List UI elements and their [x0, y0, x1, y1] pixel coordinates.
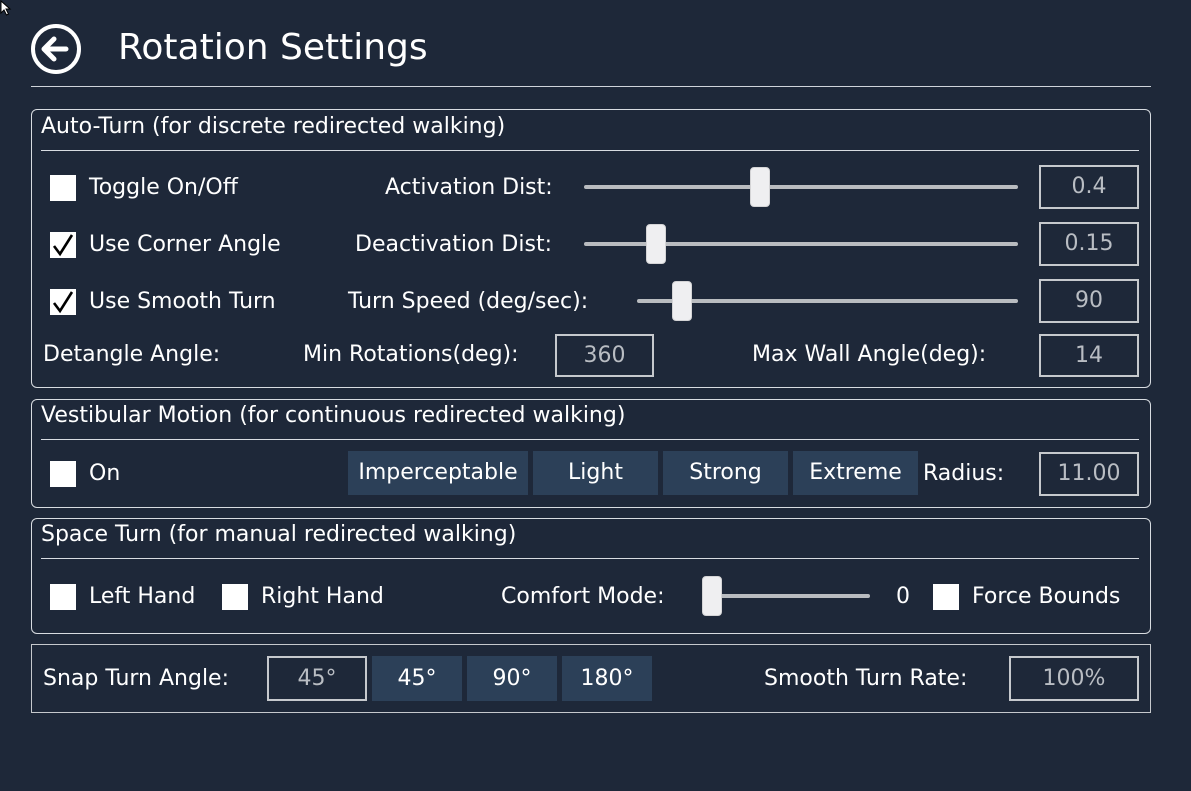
min-rotations-label: Min Rotations(deg): — [303, 342, 519, 367]
comfort-mode-label: Comfort Mode: — [501, 584, 665, 609]
checkmark-icon — [52, 234, 74, 257]
snap-turn-angle-label: Snap Turn Angle: — [43, 666, 230, 691]
activation-dist-input[interactable]: 0.4 — [1039, 165, 1139, 209]
page-title: Rotation Settings — [118, 27, 428, 68]
activation-dist-slider-track[interactable] — [584, 185, 1018, 189]
turn-speed-slider-track[interactable] — [637, 299, 1018, 303]
turn-speed-input[interactable]: 90 — [1039, 279, 1139, 323]
radius-input[interactable]: 11.00 — [1039, 452, 1139, 496]
auto-turn-divider — [41, 150, 1139, 151]
snap-turn-angle-input[interactable]: 45° — [267, 656, 367, 701]
snap-180-button[interactable]: 180° — [562, 656, 652, 701]
activation-dist-slider-thumb[interactable] — [750, 167, 770, 207]
deactivation-dist-label: Deactivation Dist: — [355, 232, 552, 257]
turn-speed-slider-thumb[interactable] — [672, 281, 692, 321]
toggle-on-off-checkbox[interactable] — [50, 175, 76, 201]
checkmark-icon — [52, 291, 74, 314]
force-bounds-checkbox[interactable] — [933, 584, 959, 610]
smooth-turn-rate-label: Smooth Turn Rate: — [764, 666, 968, 691]
deactivation-dist-input[interactable]: 0.15 — [1039, 222, 1139, 266]
space-turn-divider — [41, 558, 1139, 559]
min-rotations-input[interactable]: 360 — [555, 334, 654, 377]
back-button[interactable] — [30, 23, 82, 75]
vestibular-divider — [41, 439, 1139, 440]
activation-dist-label: Activation Dist: — [385, 175, 553, 200]
right-hand-label: Right Hand — [261, 584, 384, 609]
left-hand-checkbox[interactable] — [50, 584, 76, 610]
comfort-mode-value: 0 — [896, 584, 910, 609]
preset-strong-button[interactable]: Strong — [663, 451, 788, 495]
snap-45-button[interactable]: 45° — [372, 656, 462, 701]
use-smooth-turn-label: Use Smooth Turn — [89, 289, 276, 314]
auto-turn-title: Auto-Turn (for discrete redirected walki… — [41, 114, 506, 139]
use-smooth-turn-checkbox[interactable] — [50, 289, 76, 315]
mouse-cursor-icon — [0, 0, 12, 16]
space-turn-title: Space Turn (for manual redirected walkin… — [41, 522, 517, 547]
snap-90-button[interactable]: 90° — [467, 656, 557, 701]
preset-imperceptable-button[interactable]: Imperceptable — [348, 451, 528, 495]
arrow-left-circle-icon — [31, 24, 81, 74]
vestibular-on-label: On — [89, 461, 121, 486]
max-wall-angle-input[interactable]: 14 — [1039, 334, 1139, 377]
detangle-angle-label: Detangle Angle: — [43, 342, 221, 367]
max-wall-angle-label: Max Wall Angle(deg): — [752, 342, 987, 367]
use-corner-angle-label: Use Corner Angle — [89, 232, 281, 257]
header-divider — [31, 86, 1151, 87]
toggle-on-off-label: Toggle On/Off — [89, 175, 238, 200]
preset-light-button[interactable]: Light — [533, 451, 658, 495]
deactivation-dist-slider-thumb[interactable] — [646, 224, 666, 264]
preset-extreme-button[interactable]: Extreme — [793, 451, 918, 495]
smooth-turn-rate-input[interactable]: 100% — [1009, 656, 1139, 701]
comfort-mode-slider-thumb[interactable] — [702, 576, 722, 616]
radius-label: Radius: — [923, 461, 1005, 486]
force-bounds-label: Force Bounds — [972, 584, 1121, 609]
turn-speed-label: Turn Speed (deg/sec): — [348, 289, 589, 314]
vestibular-title: Vestibular Motion (for continuous redire… — [41, 403, 626, 428]
left-hand-label: Left Hand — [89, 584, 196, 609]
vestibular-on-checkbox[interactable] — [50, 461, 76, 487]
right-hand-checkbox[interactable] — [222, 584, 248, 610]
use-corner-angle-checkbox[interactable] — [50, 232, 76, 258]
comfort-mode-slider-track[interactable] — [712, 594, 870, 598]
